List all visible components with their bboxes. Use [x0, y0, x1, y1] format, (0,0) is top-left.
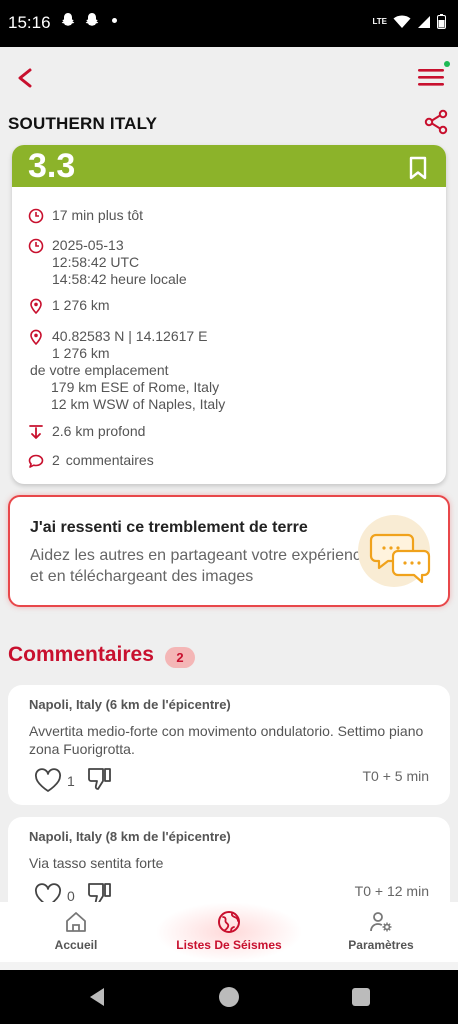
system-status-icons: LTE [372, 14, 446, 29]
nav-earthquake-list[interactable]: Listes De Séismes [155, 902, 303, 962]
status-bar: 15:16 LTE [0, 0, 458, 47]
bottom-navigation: Accueil Listes De Séismes Paramètres [0, 902, 458, 962]
nav-earthquake-list-label: Listes De Séismes [176, 938, 282, 952]
clock-icon [28, 238, 44, 254]
like-icon[interactable] [34, 768, 62, 794]
like-count: 1 [67, 773, 75, 789]
magnitude-value: 3.3 [28, 147, 76, 185]
event-time-local: 14:58:42 heure locale [52, 271, 187, 287]
notification-dot [112, 17, 117, 23]
chat-bubbles-icon [358, 515, 431, 587]
comment-text: Via tasso sentita forte [29, 855, 164, 871]
home-icon [66, 912, 86, 932]
globe-icon [218, 911, 240, 933]
snapchat-icon [85, 13, 99, 26]
coordinates: 40.82583 N | 14.12617 E [52, 328, 208, 344]
location-pin-icon [30, 298, 42, 314]
location-pin-icon [30, 329, 42, 345]
comments-summary-row[interactable]: 2 commentaires [28, 452, 154, 469]
felt-it-card[interactable]: J'ai ressenti ce tremblement de terre Ai… [8, 495, 450, 607]
comment-location: Napoli, Italy (8 km de l'épicentre) [29, 829, 231, 844]
nav-settings[interactable]: Paramètres [335, 902, 427, 962]
relative-time-row: 17 min plus tôt [28, 207, 143, 224]
depth: 2.6 km profond [52, 423, 146, 439]
share-button[interactable] [422, 108, 450, 136]
comment-icon [28, 454, 44, 468]
event-time-utc: 12:58:42 UTC [52, 254, 140, 270]
felt-it-subtitle: Aidez les autres en partageant votre exp… [30, 547, 370, 585]
signal-icon [418, 15, 430, 28]
nav-home-label: Accueil [54, 938, 98, 952]
system-home-icon[interactable] [219, 987, 239, 1007]
depth-row: 2.6 km profond [28, 423, 145, 440]
back-button[interactable] [14, 65, 36, 91]
nearby-place-2: 12 km WSW of Naples, Italy [51, 396, 226, 412]
depth-arrow-icon [29, 425, 43, 439]
clock-icon [28, 208, 44, 224]
event-date: 2025-05-13 [52, 237, 124, 253]
notification-icons [60, 12, 117, 28]
region-title: SOUTHERN ITALY [8, 114, 158, 133]
comment-text: Avvertita medio-forte con movimento ondu… [29, 723, 424, 757]
comment-location: Napoli, Italy (6 km de l'épicentre) [29, 697, 231, 712]
from-location-label: de votre emplacement [30, 362, 169, 378]
coordinates-row: 40.82583 N | 14.12617 E 1 276 km [28, 328, 207, 362]
magnitude-header: 3.3 [12, 145, 446, 187]
system-navigation-bar [0, 970, 458, 1024]
battery-icon [437, 14, 446, 29]
datetime-row: 2025-05-13 12:58:42 UTC 14:58:42 heure l… [28, 237, 187, 288]
wifi-icon [393, 15, 411, 28]
menu-button[interactable] [416, 65, 446, 89]
system-back-icon[interactable] [88, 987, 106, 1007]
user-settings-icon [370, 912, 392, 932]
comments-section-title: Commentaires [8, 643, 154, 666]
comment-time: T0 + 12 min [354, 883, 429, 899]
nav-settings-label: Paramètres [348, 938, 414, 952]
comments-count: 2 [52, 452, 60, 468]
earthquake-card: 3.3 17 min plus tôt 2025-05-13 12:58:42 … [12, 145, 446, 484]
system-recents-icon[interactable] [352, 988, 370, 1006]
nav-home[interactable]: Accueil [36, 902, 116, 962]
snapchat-icon [61, 13, 75, 26]
relative-time: 17 min plus tôt [52, 207, 144, 223]
distance: 1 276 km [52, 297, 110, 313]
bookmark-icon[interactable] [408, 156, 428, 180]
distance-row: 1 276 km [28, 297, 110, 314]
app-bar [0, 47, 458, 107]
status-time: 15:16 [8, 13, 51, 32]
nearby-place-1: 179 km ESE of Rome, Italy [51, 379, 220, 395]
comment-time: T0 + 5 min [362, 768, 429, 784]
distance-repeat: 1 276 km [52, 345, 110, 361]
lte-label: LTE [372, 16, 387, 26]
comments-count-badge: 2 [165, 647, 195, 668]
nav-separator [0, 962, 458, 970]
comments-label: commentaires [65, 452, 154, 468]
felt-it-title: J'ai ressenti ce tremblement de terre [30, 519, 308, 536]
menu-notification-dot [444, 61, 450, 67]
comment-card: Napoli, Italy (6 km de l'épicentre) Avve… [8, 685, 450, 805]
thumbs-down-icon[interactable] [86, 766, 114, 792]
